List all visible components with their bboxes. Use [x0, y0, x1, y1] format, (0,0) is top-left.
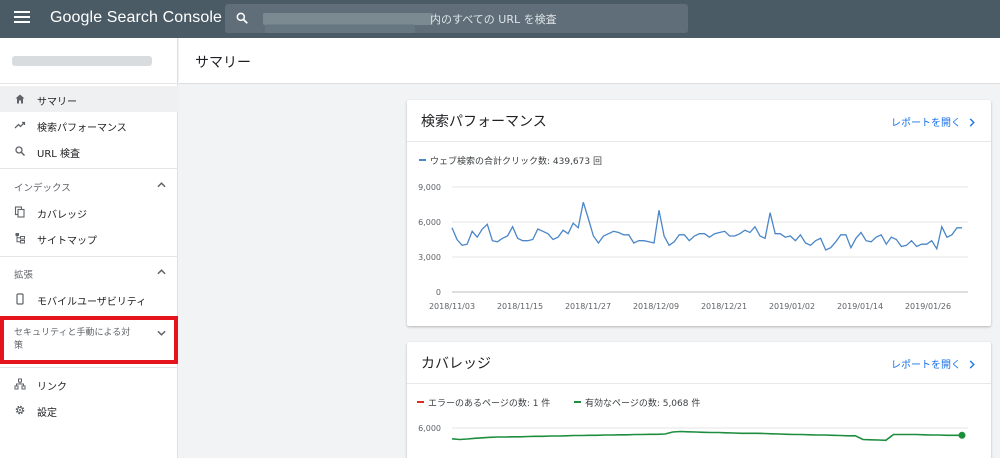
- x-tick-label: 2018/12/21: [701, 302, 747, 311]
- y-tick-label: 9,000: [418, 183, 441, 192]
- sidebar-divider: [0, 256, 178, 257]
- x-tick-label: 2019/01/02: [769, 302, 815, 311]
- section-label: 拡張: [14, 270, 34, 281]
- coverage-chart: 6,000: [418, 424, 968, 442]
- sidebar: サマリー 検索パフォーマンス URL 検査 インデックス カバレッジ サイトマッ…: [0, 38, 178, 458]
- chevron-down-icon: [157, 330, 166, 336]
- section-label: セキュリティと手動による対策: [14, 328, 131, 351]
- sidebar-item-label: 検索パフォーマンス: [37, 123, 127, 134]
- sidebar-divider: [0, 367, 178, 368]
- section-label: インデックス: [14, 183, 71, 194]
- chevron-up-icon: [157, 182, 166, 188]
- property-selector[interactable]: [0, 38, 178, 84]
- sidebar-item-label: モバイルユーザビリティ: [37, 297, 147, 308]
- sidebar-divider: [0, 168, 178, 169]
- sidebar-item-mobile-usability[interactable]: モバイルユーザビリティ: [0, 286, 178, 312]
- menu-icon[interactable]: [14, 11, 30, 25]
- sidebar-item-label: 設定: [37, 408, 57, 419]
- chevron-up-icon: [157, 269, 166, 275]
- y-tick-label: 6,000: [418, 218, 441, 227]
- redacted-property-label: [12, 56, 152, 66]
- page-header: サマリー: [179, 38, 1000, 84]
- y-tick-label: 0: [436, 288, 441, 297]
- sidebar-item-label: URL 検査: [37, 149, 81, 160]
- y-tick-label: 6,000: [418, 424, 441, 433]
- series-line-clicks: [451, 202, 962, 251]
- x-tick-label: 2019/01/26: [905, 302, 951, 311]
- url-inspect-search[interactable]: [225, 4, 688, 33]
- search-icon: [236, 12, 248, 24]
- sidebar-section-enhancements[interactable]: 拡張: [0, 260, 178, 286]
- gear-icon: [15, 405, 25, 415]
- sidebar-item-coverage[interactable]: カバレッジ: [0, 199, 178, 225]
- x-tick-label: 2018/12/09: [633, 302, 679, 311]
- sidebar-item-label: リンク: [37, 382, 67, 393]
- x-tick-label: 2018/11/15: [497, 302, 543, 311]
- series-end-point: [958, 431, 966, 439]
- trending-up-icon: [14, 121, 26, 129]
- sidebar-item-links[interactable]: リンク: [0, 371, 178, 397]
- sidebar-item-url-inspection[interactable]: URL 検査: [0, 138, 178, 164]
- coverage-card: カバレッジ レポートを開く エラーのあるページの数: 1 件 有効なページの数:…: [407, 342, 991, 458]
- redacted-property-name-shadow: [265, 24, 415, 33]
- sitemap-icon: [15, 233, 25, 244]
- sidebar-item-label: サイトマップ: [37, 236, 97, 247]
- app-title: Google Search Console: [50, 9, 222, 26]
- y-tick-label: 3,000: [418, 253, 441, 262]
- performance-card: 検索パフォーマンス レポートを開く ウェブ検索の合計クリック数: 439,673…: [407, 100, 991, 326]
- sidebar-item-performance[interactable]: 検索パフォーマンス: [0, 112, 178, 138]
- sidebar-section-security[interactable]: セキュリティと手動による対策: [0, 316, 178, 364]
- x-tick-label: 2018/11/27: [565, 302, 611, 311]
- search-icon: [15, 146, 26, 157]
- x-tick-label: 2018/11/03: [429, 302, 475, 311]
- app-bar: Google Search Console: [0, 0, 1000, 38]
- sidebar-item-label: サマリー: [37, 97, 77, 108]
- sidebar-item-sitemaps[interactable]: サイトマップ: [0, 225, 178, 251]
- series-line-valid-pages: [451, 430, 962, 442]
- x-tick-label: 2019/01/14: [837, 302, 883, 311]
- sidebar-item-label: カバレッジ: [37, 210, 87, 221]
- sidebar-section-index[interactable]: インデックス: [0, 173, 178, 199]
- home-icon: [15, 94, 25, 104]
- sidebar-item-summary[interactable]: サマリー: [0, 86, 178, 112]
- performance-chart: 9,000 6,000 3,000 0 2018/11/03 2018/11/15 2018…: [418, 183, 968, 311]
- links-icon: [14, 378, 26, 390]
- sidebar-item-settings[interactable]: 設定: [0, 397, 178, 423]
- phone-icon: [16, 293, 24, 305]
- copy-icon: [14, 206, 25, 218]
- page-title: サマリー: [195, 55, 251, 71]
- search-input[interactable]: [430, 10, 670, 28]
